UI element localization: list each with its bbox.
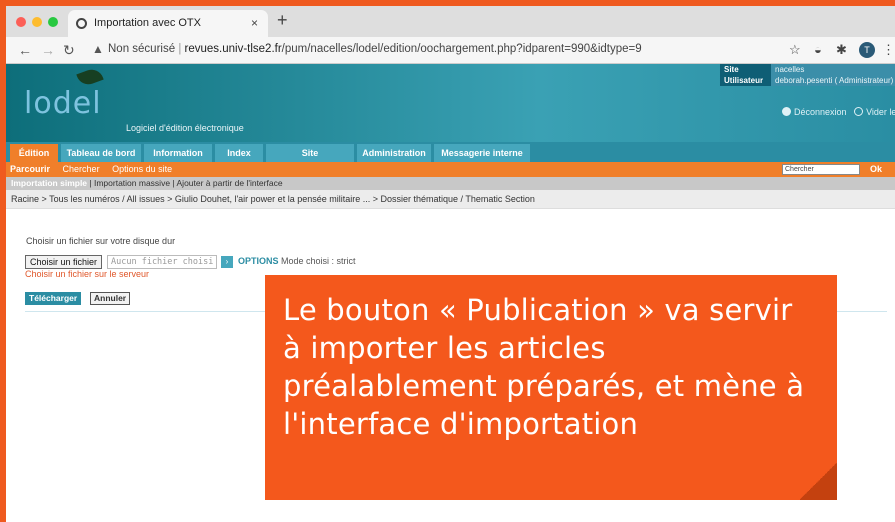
main-menu-tabs: Édition Tableau de bord Information Inde…: [6, 142, 895, 162]
tab-administration[interactable]: Administration: [357, 144, 431, 162]
menu-kebab-icon[interactable]: ⋮: [882, 42, 895, 58]
tab-title: Importation avec OTX: [94, 17, 201, 29]
search-ok-button[interactable]: Ok: [870, 162, 882, 177]
url-host: revues.univ-tlse2.fr: [184, 43, 282, 55]
new-tab-button[interactable]: +: [277, 10, 288, 31]
url-path: /pum/nacelles/lodel/edition/oochargement…: [281, 43, 642, 55]
bookmark-star-icon[interactable]: ☆: [789, 42, 801, 58]
breadcrumb[interactable]: Racine > Tous les numéros / All issues >…: [6, 190, 895, 209]
info-row-site: Site nacelles: [720, 64, 895, 75]
warning-icon: ▲: [92, 42, 104, 56]
clear-cache-link[interactable]: Vider le cache: [866, 107, 895, 117]
browser-tab[interactable]: Importation avec OTX ×: [68, 10, 268, 37]
tab-edition[interactable]: Édition: [10, 144, 58, 162]
logout-icon: [782, 107, 791, 116]
extensions-puzzle-icon[interactable]: ✱: [836, 42, 847, 58]
upload-button[interactable]: Télécharger: [25, 292, 82, 305]
security-label: Non sécurisé: [108, 43, 176, 55]
maximize-window-icon[interactable]: [48, 17, 58, 27]
logout-link[interactable]: Déconnexion: [794, 107, 847, 117]
search-input[interactable]: Chercher: [782, 164, 860, 175]
info-row-user: Utilisateur deborah.pesenti ( Administrat…: [720, 75, 895, 86]
close-window-icon[interactable]: [16, 17, 26, 27]
address-bar-row: ← → ↻ ▲ Non sécurisé | revues.univ-tlse2…: [6, 37, 895, 64]
tab-site[interactable]: Site: [266, 144, 354, 162]
cancel-button[interactable]: Annuler: [90, 292, 131, 305]
sub-navigation: Parcourir Chercher Options du site Cherc…: [6, 162, 895, 177]
server-file-link[interactable]: Choisir un fichier sur le serveur: [25, 269, 149, 279]
mode-simple[interactable]: Importation simple: [11, 178, 87, 188]
profile-avatar[interactable]: T: [859, 42, 875, 58]
mode-chosen-text: Mode choisi : strict: [281, 256, 356, 266]
reload-icon[interactable]: ↻: [63, 42, 75, 59]
options-link[interactable]: OPTIONS: [238, 256, 279, 266]
minimize-window-icon[interactable]: [32, 17, 42, 27]
back-arrow-icon[interactable]: ←: [18, 42, 32, 58]
lodel-tagline: Logiciel d'édition électronique: [126, 123, 244, 133]
mode-separator: |: [87, 178, 94, 188]
mode-interface[interactable]: Ajouter à partir de l'interface: [177, 178, 283, 188]
url-field[interactable]: ▲ Non sécurisé | revues.univ-tlse2.fr/pu…: [88, 40, 840, 60]
tab-information[interactable]: Information: [144, 144, 212, 162]
info-value[interactable]: deborah.pesenti ( Administrateur): [771, 75, 895, 86]
choose-file-button[interactable]: Choisir un fichier: [25, 255, 103, 269]
no-file-chosen: Aucun fichier choisi: [107, 255, 217, 269]
annotation-callout: Le bouton « Publication » va servir à im…: [265, 275, 837, 500]
globe-icon: [76, 18, 87, 29]
options-toggle-button[interactable]: ›: [221, 256, 233, 268]
tab-tableau-de-bord[interactable]: Tableau de bord: [61, 144, 141, 162]
mode-massive[interactable]: Importation massive: [94, 178, 170, 188]
user-actions: Déconnexion Vider le cache: [782, 107, 895, 117]
import-mode-bar: Importation simple | Importation massive…: [6, 177, 895, 190]
subnav-options[interactable]: Options du site: [112, 164, 172, 174]
forward-arrow-icon[interactable]: →: [41, 42, 55, 58]
tab-messagerie-interne[interactable]: Messagerie interne: [434, 144, 530, 162]
callout-page-curl: [800, 462, 837, 500]
tab-index[interactable]: Index: [215, 144, 263, 162]
subnav-chercher[interactable]: Chercher: [63, 164, 100, 174]
info-value[interactable]: nacelles: [771, 64, 895, 75]
browser-tab-bar: Importation avec OTX × +: [6, 6, 895, 37]
lodel-header: lodel Logiciel d'édition électronique Si…: [6, 64, 895, 142]
subnav-parcourir[interactable]: Parcourir: [10, 164, 50, 174]
choose-file-label: Choisir un fichier sur votre disque dur: [26, 236, 176, 246]
lodel-logo[interactable]: lodel: [24, 86, 102, 121]
info-key: Site: [720, 64, 771, 75]
session-info: Site nacelles Utilisateur deborah.pesenti …: [720, 64, 895, 86]
leaf-logo-icon: [76, 66, 104, 88]
info-key: Utilisateur: [720, 75, 771, 86]
tab-close-icon[interactable]: ×: [251, 16, 258, 30]
extension-drop-icon[interactable]: ◒: [814, 42, 822, 57]
clear-cache-icon: [854, 107, 864, 116]
